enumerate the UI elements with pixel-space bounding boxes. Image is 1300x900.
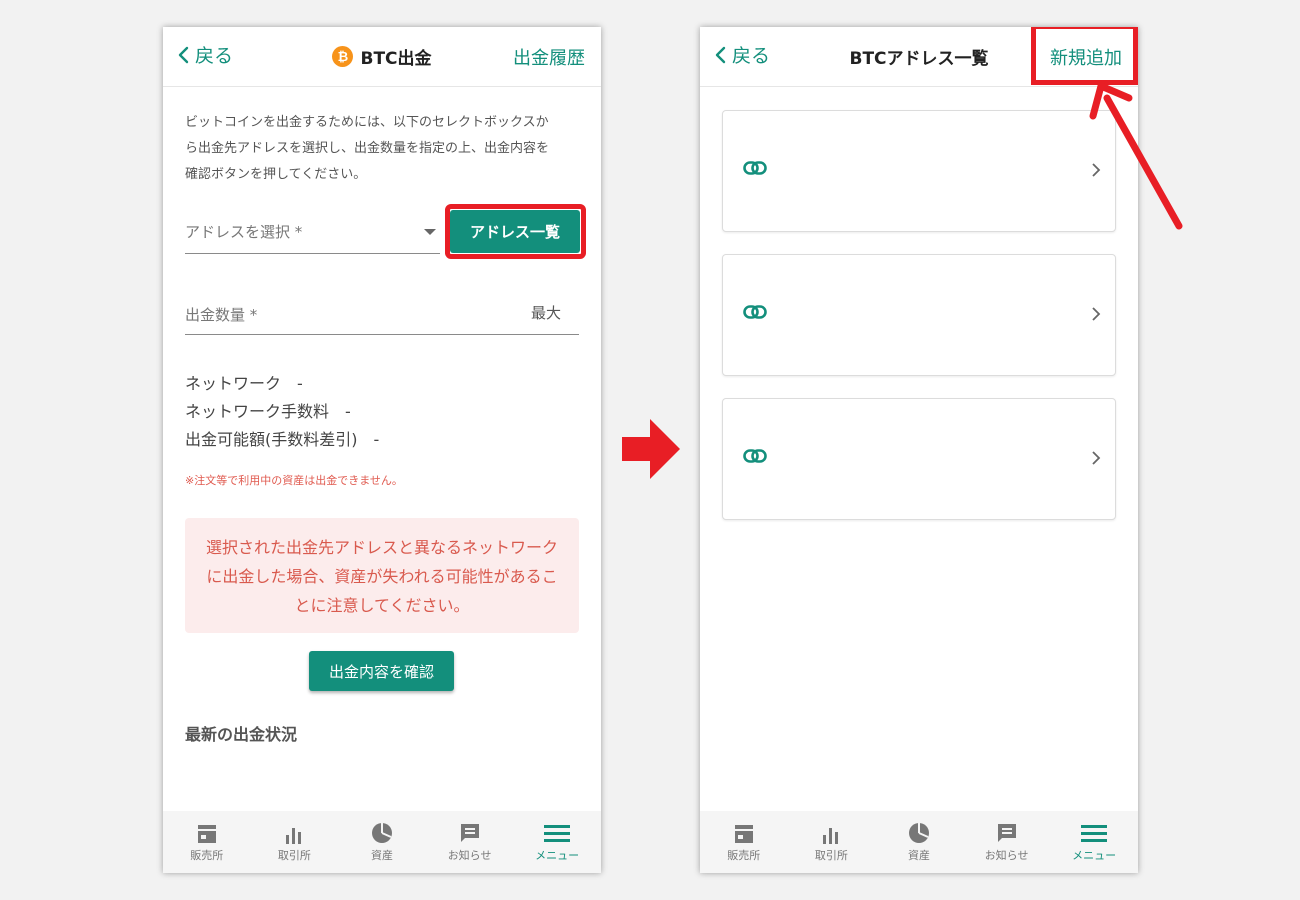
address-select[interactable]: アドレスを選択 * xyxy=(185,217,440,254)
bar-chart-icon xyxy=(821,822,841,844)
tab-assets[interactable]: 資産 xyxy=(875,811,963,873)
hamburger-icon xyxy=(1081,822,1108,844)
pointer-arrow-icon xyxy=(1089,82,1183,230)
tab-exchange[interactable]: 取引所 xyxy=(788,811,876,873)
tab-label: お知らせ xyxy=(984,849,1029,862)
bar-chart-icon xyxy=(284,822,304,844)
link-icon xyxy=(743,161,767,175)
hamburger-icon xyxy=(544,822,571,844)
tab-label: 資産 xyxy=(370,849,393,862)
asset-note: ※注文等で利用中の資産は出金できません。 xyxy=(185,474,403,487)
link-icon xyxy=(743,449,767,463)
available-amount-info: 出金可能額(手数料差引) - xyxy=(185,430,380,449)
header: 戻る BTCアドレス一覧 新規追加 xyxy=(700,27,1138,87)
withdraw-screen: 戻る ₿ BTC出金 出金履歴 ビットコインを出金するためには、以下のセレクトボ… xyxy=(163,27,601,873)
caret-down-icon xyxy=(424,229,436,235)
tab-exchange[interactable]: 取引所 xyxy=(251,811,339,873)
tab-news[interactable]: お知らせ xyxy=(963,811,1051,873)
bitcoin-icon: ₿ xyxy=(332,46,354,67)
header: 戻る ₿ BTC出金 出金履歴 xyxy=(163,27,601,87)
arrow-right-icon xyxy=(622,419,680,479)
highlight-box xyxy=(1031,27,1138,85)
tab-label: 取引所 xyxy=(814,849,848,862)
max-button[interactable]: 最大 xyxy=(531,302,561,323)
withdraw-history-link[interactable]: 出金履歴 xyxy=(513,44,585,70)
intro-line: ら出金先アドレスを選択し、出金数量を指定の上、出金内容を xyxy=(185,141,550,156)
quantity-input[interactable]: 出金数量 * 最大 xyxy=(185,299,579,335)
intro-line: 確認ボタンを押してください。 xyxy=(185,167,367,182)
message-icon xyxy=(459,822,481,844)
warning-line: に出金した場合、資産が失われる可能性があるこ xyxy=(206,567,558,586)
store-icon xyxy=(733,822,755,844)
bottom-tabbar: 販売所 取引所 資産 お知らせ メニュー xyxy=(163,811,601,873)
chevron-right-icon xyxy=(1092,307,1101,321)
network-fee-info: ネットワーク手数料 - xyxy=(185,402,351,421)
pie-chart-icon xyxy=(908,822,930,844)
tab-news[interactable]: お知らせ xyxy=(426,811,514,873)
tab-label: 資産 xyxy=(907,849,930,862)
store-icon xyxy=(196,822,218,844)
pie-chart-icon xyxy=(371,822,393,844)
address-list-screen: 戻る BTCアドレス一覧 新規追加 販売所 取引所 資産 お知らせ メニュー xyxy=(700,27,1138,873)
page-title-text: BTC出金 xyxy=(360,49,432,69)
tab-label: お知らせ xyxy=(447,849,492,862)
tab-menu[interactable]: メニュー xyxy=(513,811,601,873)
page-title-text: BTCアドレス一覧 xyxy=(849,49,989,69)
recent-status-title: 最新の出金状況 xyxy=(185,725,298,744)
network-warning: 選択された出金先アドレスと異なるネットワーク に出金した場合、資産が失われる可能… xyxy=(185,518,579,633)
bottom-tabbar: 販売所 取引所 資産 お知らせ メニュー xyxy=(700,811,1138,873)
confirm-withdraw-button[interactable]: 出金内容を確認 xyxy=(309,651,454,691)
address-list-button[interactable]: アドレス一覧 xyxy=(450,210,580,253)
address-card[interactable] xyxy=(722,254,1116,376)
link-icon xyxy=(743,305,767,319)
tab-label: メニュー xyxy=(1072,849,1117,862)
quantity-placeholder: 出金数量 * xyxy=(185,306,258,324)
tab-label: 取引所 xyxy=(277,849,311,862)
tab-shop[interactable]: 販売所 xyxy=(700,811,788,873)
warning-line: 選択された出金先アドレスと異なるネットワーク xyxy=(205,538,558,557)
tab-label: メニュー xyxy=(535,849,580,862)
tab-shop[interactable]: 販売所 xyxy=(163,811,251,873)
address-card[interactable] xyxy=(722,110,1116,232)
message-icon xyxy=(996,822,1018,844)
intro-text: ビットコインを出金するためには、以下のセレクトボックスか ら出金先アドレスを選択… xyxy=(185,110,585,188)
intro-line: ビットコインを出金するためには、以下のセレクトボックスか xyxy=(185,115,549,130)
address-select-placeholder: アドレスを選択 * xyxy=(185,223,303,241)
chevron-right-icon xyxy=(1092,451,1101,465)
tab-menu[interactable]: メニュー xyxy=(1050,811,1138,873)
tab-label: 販売所 xyxy=(190,849,224,862)
warning-line: とに注意してください。 xyxy=(294,596,470,615)
address-card[interactable] xyxy=(722,398,1116,520)
tab-assets[interactable]: 資産 xyxy=(338,811,426,873)
tab-label: 販売所 xyxy=(727,849,761,862)
network-info: ネットワーク - xyxy=(185,374,303,393)
